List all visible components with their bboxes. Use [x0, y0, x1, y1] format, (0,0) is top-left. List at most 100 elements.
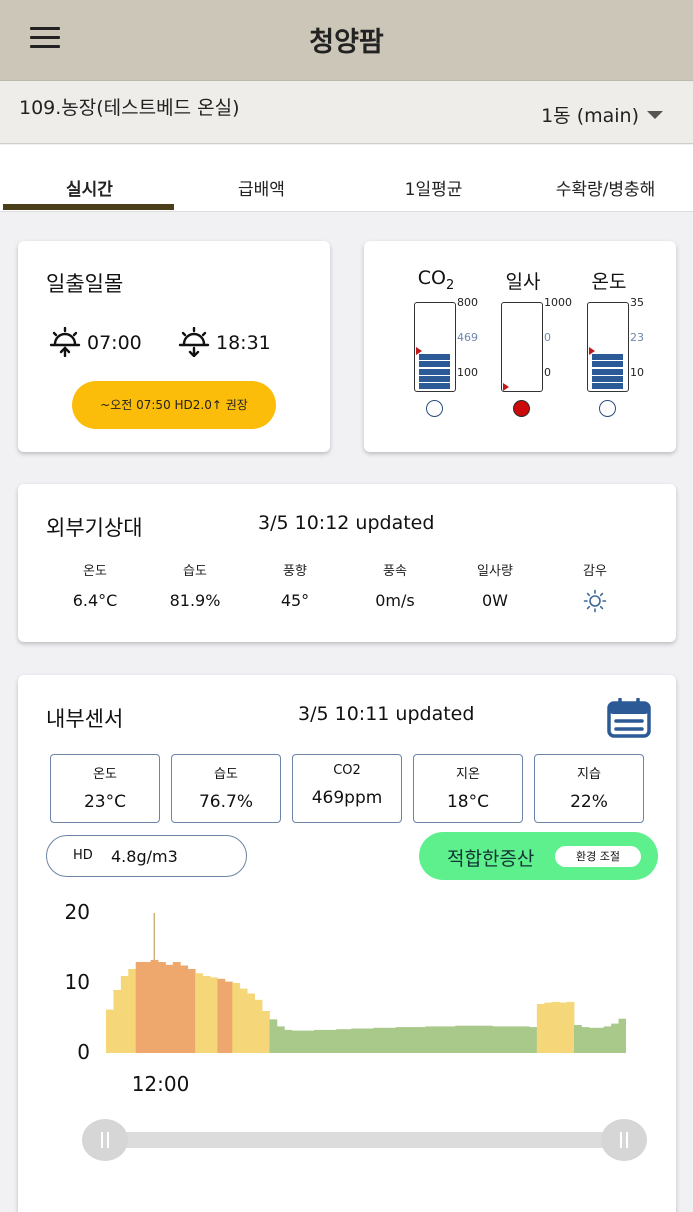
chart-bar — [299, 1030, 307, 1053]
farm-name: 109.농장(테스트베드 온실) — [19, 97, 240, 119]
weather-label: 풍향 — [283, 564, 307, 579]
weather-label: 일사량 — [477, 564, 513, 579]
chart-bar — [276, 1026, 285, 1053]
weather-item-wind-speed: 풍속 0m/s — [350, 560, 440, 610]
chart-bar — [574, 1025, 582, 1053]
chart-bar — [551, 1001, 560, 1053]
chart-bar — [403, 1027, 411, 1053]
chart-bar — [247, 993, 255, 1053]
weather-item-wind-direction: 풍향 45° — [250, 560, 340, 610]
hd-advice-button[interactable]: ~오전 07:50 HD2.0↑ 권장 — [72, 381, 276, 429]
gauge-tick-max: 1000 — [544, 296, 572, 309]
chart-bar — [395, 1027, 404, 1053]
sun-card-title: 일출일몰 — [46, 272, 124, 296]
chart-bar — [425, 1026, 434, 1053]
tab-irrigation[interactable]: 급배액 — [175, 175, 348, 200]
calendar-icon[interactable] — [607, 698, 651, 738]
weather-updated: 3/5 10:12 updated — [258, 512, 435, 534]
chart-bar — [596, 1027, 605, 1053]
environment-control-button[interactable]: 환경 조절 — [555, 846, 641, 867]
weather-item-humidity: 습도 81.9% — [150, 560, 240, 610]
chart-bar — [232, 983, 241, 1053]
sunset-icon — [178, 327, 210, 357]
transpiration-status[interactable]: 적합한증산 환경 조절 — [419, 832, 658, 880]
transpiration-status-text: 적합한증산 — [447, 848, 535, 870]
weather-value: 0W — [482, 591, 508, 610]
chart-y-tick-label: 10 — [64, 970, 90, 994]
app-bar: 청양팜 — [0, 0, 693, 80]
sensor-updated: 3/5 10:11 updated — [298, 703, 475, 725]
chart-bar — [328, 1029, 337, 1053]
chart-bar — [418, 1027, 426, 1053]
gauge-fill-segment — [419, 375, 450, 382]
chart-bar — [447, 1026, 456, 1053]
sensor-title: 내부센서 — [46, 707, 124, 731]
weather-value: 0m/s — [375, 591, 415, 610]
chart-bar — [128, 969, 137, 1053]
chart-bar — [373, 1027, 382, 1053]
weather-value: 45° — [280, 591, 310, 610]
sensor-value: 76.7% — [198, 792, 253, 812]
gauge-tick-min: 10 — [630, 366, 644, 379]
sunset-time: 18:31 — [216, 332, 271, 354]
weather-item-temperature: 온도 6.4°C — [50, 560, 140, 610]
chart-bar — [559, 1002, 567, 1053]
chart-bar — [284, 1029, 293, 1053]
chart-bar — [269, 1019, 278, 1053]
gauge-fill-segment — [592, 368, 623, 375]
building-select[interactable]: 1동 (main) — [541, 101, 663, 128]
chart-bar — [120, 976, 129, 1053]
gauge-status-dot — [426, 400, 443, 417]
sensor-label: 습도 — [214, 767, 238, 782]
chart-bar — [432, 1026, 441, 1053]
chart-bar — [291, 1030, 300, 1053]
chart-bar — [187, 969, 196, 1053]
sensor-label: 지습 — [577, 767, 601, 782]
chart-bar — [150, 959, 159, 1053]
chart-bar — [529, 1027, 538, 1053]
gauge-fill-segment — [419, 361, 450, 368]
time-range-slider-track[interactable] — [122, 1132, 628, 1148]
chart-bar — [514, 1026, 523, 1053]
chart-bar — [165, 964, 174, 1053]
tab-harvest-pests[interactable]: 수확량/병충해 — [519, 175, 692, 200]
hd-indicator: HD 4.8g/m3 — [46, 835, 247, 877]
time-range-start-handle[interactable] — [82, 1119, 128, 1161]
gauge-fill-segment — [592, 354, 623, 361]
sensor-temperature: 온도 23°C — [50, 754, 160, 823]
hd-chart — [106, 913, 626, 1053]
weather-title: 외부기상대 — [46, 516, 143, 540]
chart-bar — [499, 1026, 508, 1053]
sensor-value: 18°C — [446, 792, 489, 812]
chart-bar — [522, 1026, 530, 1053]
time-range-end-handle[interactable] — [601, 1119, 647, 1161]
gauge-label-text: 일사 — [505, 271, 541, 293]
chart-bar — [470, 1025, 478, 1053]
gauge-tube — [501, 302, 543, 392]
gauge-fill-segment — [592, 383, 623, 389]
weather-value: 81.9% — [169, 591, 221, 610]
tab-daily-average[interactable]: 1일평균 — [347, 175, 520, 200]
weather-value: 6.4°C — [72, 591, 118, 610]
chart-bar — [410, 1027, 419, 1053]
chart-bar — [544, 1002, 553, 1053]
gauge-card: CO2 800 469 100 일사 1000 0 0 온도 35 23 10 — [364, 241, 676, 452]
gauge-marker — [503, 383, 509, 392]
sensor-label: CO2 — [333, 763, 361, 778]
sunrise-icon — [49, 327, 81, 357]
weather-label: 풍속 — [383, 564, 407, 579]
app-title: 청양팜 — [309, 27, 384, 58]
building-select-value: 1동 (main) — [541, 105, 639, 127]
sensor-humidity: 습도 76.7% — [171, 754, 281, 823]
sun-icon — [583, 589, 607, 613]
chevron-down-icon — [647, 110, 663, 119]
weather-card: 외부기상대 3/5 10:12 updated 온도 6.4°C 습도 81.9… — [18, 484, 676, 642]
chart-bar — [143, 962, 151, 1053]
gauge-tick-min: 100 — [457, 366, 478, 379]
weather-label: 온도 — [83, 564, 107, 579]
chart-bar — [217, 978, 226, 1053]
chart-bar — [254, 999, 263, 1053]
sensor-value: 22% — [570, 792, 608, 812]
tab-realtime[interactable]: 실시간 — [3, 175, 176, 200]
sensor-value: 469ppm — [311, 788, 383, 808]
